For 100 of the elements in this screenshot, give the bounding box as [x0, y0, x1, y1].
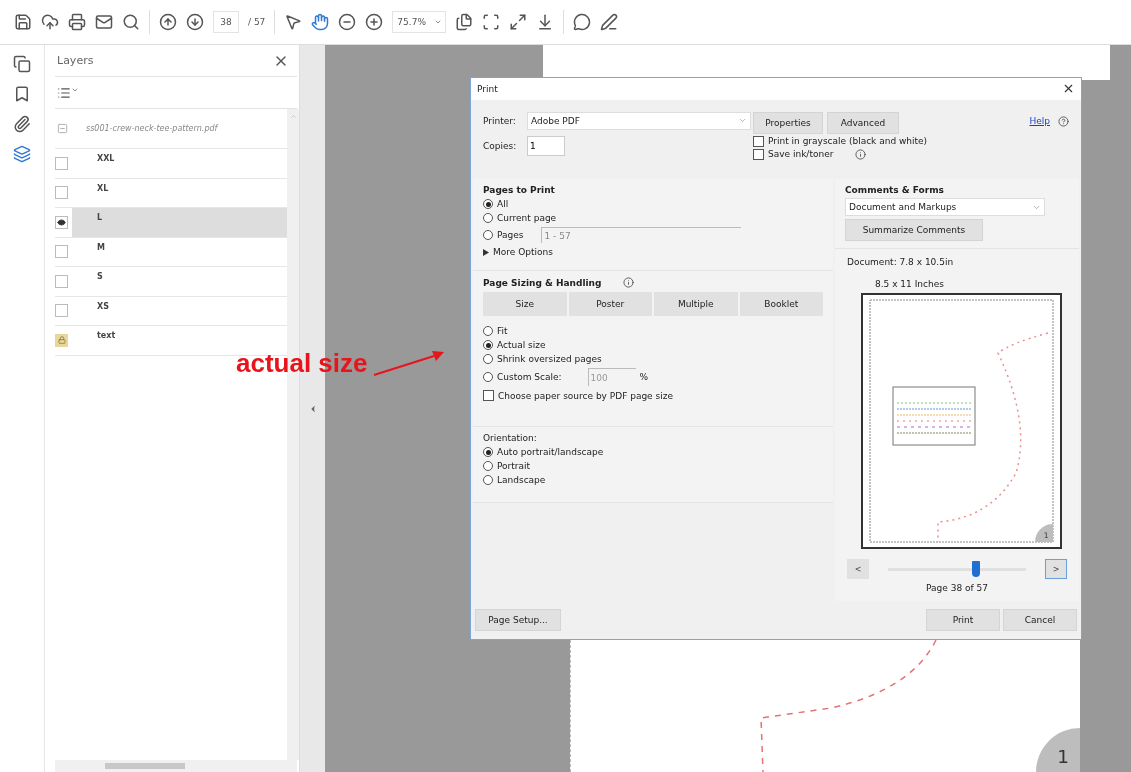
dialog-title: Print	[477, 83, 498, 94]
printer-label: Printer:	[483, 115, 517, 126]
scan-icon[interactable]	[482, 13, 501, 31]
radio-label: Landscape	[497, 475, 546, 486]
page-number-badge: 1	[1036, 728, 1080, 772]
previous-page-button[interactable]: <	[847, 559, 869, 580]
save-icon[interactable]	[14, 13, 32, 31]
properties-button[interactable]: Properties	[753, 111, 823, 134]
layer-item[interactable]: XS	[72, 296, 287, 325]
help-icon[interactable]	[1058, 115, 1069, 127]
radio-button[interactable]	[483, 354, 493, 365]
advanced-button[interactable]: Advanced	[827, 111, 899, 134]
visibility-toggle[interactable]	[55, 274, 68, 288]
document-name: ss001-crew-neck-tee-pattern.pdf	[86, 124, 218, 133]
checkbox-label: Choose paper source by PDF page size	[498, 390, 673, 401]
bookmarks-icon[interactable]	[13, 85, 31, 103]
section-heading: Comments & Forms	[845, 185, 945, 196]
printer-icon[interactable]	[68, 13, 86, 31]
layer-item[interactable]: L	[72, 208, 287, 237]
radio-label: Auto portrait/landscape	[497, 447, 604, 458]
radio-label: Shrink oversized pages	[497, 354, 602, 365]
visibility-toggle[interactable]	[55, 186, 68, 200]
hand-icon[interactable]	[311, 13, 330, 31]
section-heading: Page Sizing & Handling	[483, 277, 602, 288]
radio-button[interactable]	[483, 372, 493, 383]
attachments-icon[interactable]	[13, 115, 31, 133]
checkbox[interactable]	[753, 135, 764, 147]
layers-icon[interactable]	[13, 145, 31, 163]
page-total: / 57	[248, 17, 266, 27]
sizing-tab[interactable]: Size	[483, 292, 567, 317]
visibility-toggle[interactable]	[55, 215, 68, 229]
checkbox-label: Save ink/toner	[768, 149, 834, 160]
radio-button[interactable]	[483, 213, 493, 224]
orientation-label: Orientation:	[483, 433, 538, 444]
expand-arrow-icon[interactable]	[483, 248, 489, 256]
layer-item[interactable]: XXL	[72, 149, 287, 178]
layer-item[interactable]: M	[72, 237, 287, 266]
cloud-upload-icon[interactable]	[41, 13, 59, 31]
zoom-select[interactable]: 75.7%	[392, 11, 447, 33]
radio-button[interactable]	[483, 447, 493, 458]
radio-label: Fit	[497, 326, 508, 337]
info-icon[interactable]	[623, 277, 635, 289]
radio-button[interactable]	[483, 326, 493, 337]
expand-icon[interactable]	[509, 13, 528, 31]
pages-icon[interactable]	[13, 55, 31, 73]
radio-label: All	[497, 199, 509, 210]
copies-field[interactable]: 1	[527, 135, 565, 156]
visibility-toggle[interactable]	[55, 245, 68, 259]
radio-button[interactable]	[483, 340, 493, 351]
zoom-in-icon[interactable]	[365, 13, 384, 31]
radio-label: Current page	[497, 213, 557, 224]
checkbox[interactable]	[483, 390, 494, 402]
pen-icon[interactable]	[600, 13, 619, 31]
page-number-field[interactable]: 38	[213, 11, 239, 33]
section-heading: Pages to Print	[483, 185, 556, 196]
radio-button[interactable]	[483, 461, 493, 472]
caret-icon	[433, 18, 442, 26]
next-page-button[interactable]: >	[1045, 559, 1067, 580]
radio-button[interactable]	[483, 475, 493, 486]
arrow-up-icon[interactable]	[159, 13, 177, 31]
layer-item[interactable]: text	[72, 326, 287, 355]
visibility-toggle[interactable]	[55, 304, 68, 318]
visibility-toggle[interactable]	[55, 156, 68, 170]
checkbox[interactable]	[753, 148, 764, 160]
panel-title: Layers	[57, 54, 94, 67]
more-options-link[interactable]: More Options	[493, 247, 553, 258]
cancel-button[interactable]: Cancel	[1003, 609, 1077, 632]
radio-label: Custom Scale:	[497, 372, 562, 383]
layer-item[interactable]: XL	[72, 178, 287, 207]
sizing-tab[interactable]: Multiple	[654, 292, 738, 317]
help-link[interactable]: Help	[1029, 115, 1050, 126]
radio-button[interactable]	[483, 199, 493, 210]
info-icon[interactable]	[855, 148, 867, 160]
comment-icon[interactable]	[573, 13, 592, 31]
pointer-icon[interactable]	[284, 13, 303, 31]
document-size: Document: 7.8 x 10.5in	[847, 257, 955, 268]
scrollbar[interactable]	[55, 760, 297, 772]
sizing-tab[interactable]: Booklet	[739, 292, 823, 317]
zoom-out-icon[interactable]	[338, 13, 357, 31]
comments-select[interactable]: Document and Markups	[845, 198, 1045, 217]
print-button[interactable]: Print	[926, 609, 1000, 632]
page-label: Page 38 of 57	[926, 583, 988, 594]
copies-label: Copies:	[483, 140, 518, 151]
radio-label: Actual size	[497, 340, 546, 351]
radio-label: Pages	[497, 230, 524, 241]
slider-thumb[interactable]	[972, 560, 981, 577]
layer-item[interactable]: S	[72, 267, 287, 296]
printer-select[interactable]: Adobe PDF	[527, 111, 751, 130]
search-icon[interactable]	[122, 13, 140, 31]
options-menu-icon[interactable]	[57, 85, 79, 100]
page-setup-button[interactable]: Page Setup...	[475, 609, 561, 632]
arrow-down-icon[interactable]	[186, 13, 204, 31]
sizing-tab[interactable]: Poster	[568, 292, 652, 317]
unit-label: %	[639, 372, 649, 383]
radio-label: Portrait	[497, 461, 531, 472]
mail-icon[interactable]	[95, 13, 113, 31]
fit-page-icon[interactable]	[455, 13, 474, 31]
radio-button[interactable]	[483, 230, 493, 241]
checkbox-label: Print in grayscale (black and white)	[768, 136, 928, 147]
summarize-comments-button[interactable]: Summarize Comments	[845, 219, 983, 242]
